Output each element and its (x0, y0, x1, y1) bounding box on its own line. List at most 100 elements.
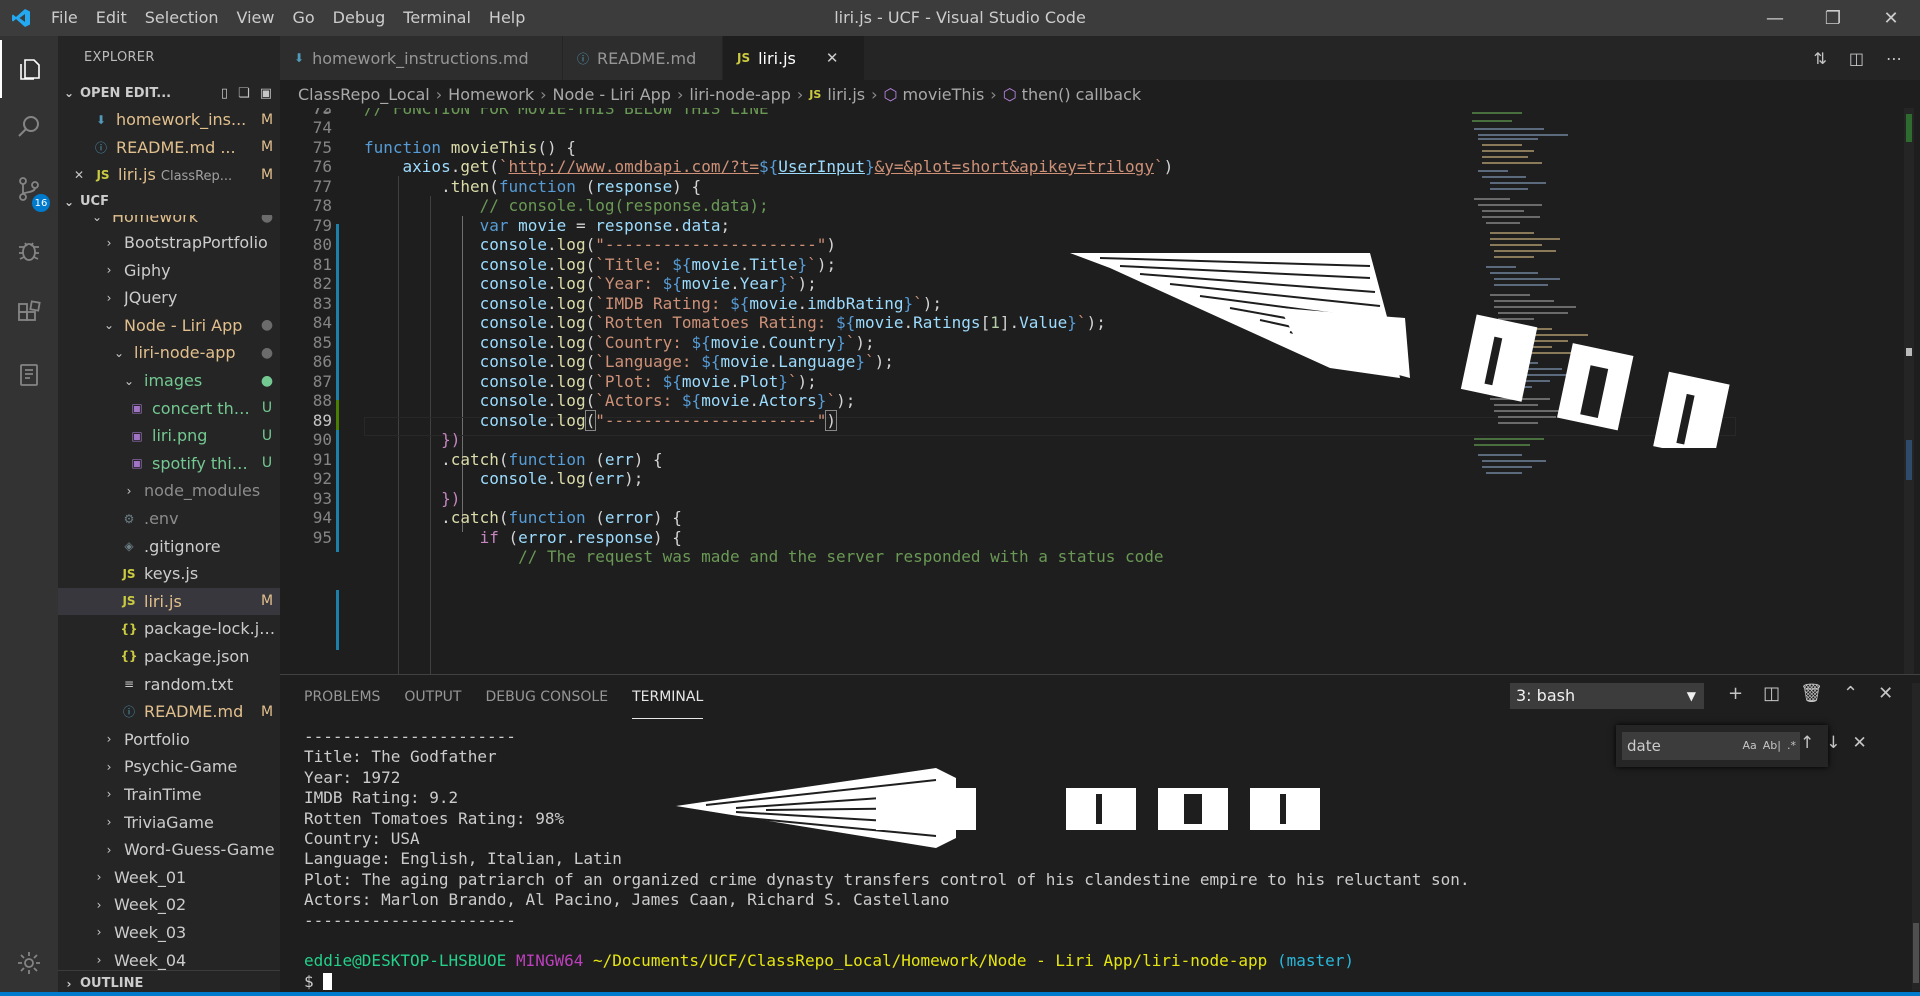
breadcrumb-item[interactable]: liri-node-app (689, 85, 791, 104)
tree-file[interactable]: {} package-lock.json (58, 615, 280, 643)
tree-folder[interactable]: › TrainTime (58, 781, 280, 809)
chevron-right-icon: › (96, 953, 102, 968)
tab-homework-instructions[interactable]: ⬇ homework_instructions.md (280, 36, 563, 80)
tree-folder[interactable]: › JQuery (58, 284, 280, 312)
debug-icon[interactable] (0, 222, 58, 280)
git-status: M (260, 593, 274, 610)
tab-debug-console[interactable]: DEBUG CONSOLE (485, 675, 608, 719)
chevron-right-icon: › (106, 815, 112, 830)
menu-selection[interactable]: Selection (136, 0, 228, 36)
tree-file[interactable]: ▣ liri.png U (58, 422, 280, 450)
tree-folder[interactable]: ⌄ liri-node-app ● (58, 339, 280, 367)
menu-view[interactable]: View (228, 0, 284, 36)
tree-folder[interactable]: › Giphy (58, 256, 280, 284)
tree-file[interactable]: ≡ random.txt (58, 670, 280, 698)
annotation-arrow-code (1070, 253, 1730, 448)
tree-folder[interactable]: › Word-Guess-Game (58, 836, 280, 864)
breadcrumb-item[interactable]: liri.js (827, 85, 865, 104)
code-line: console.log(`Year: ${movie.Year}`); (479, 274, 817, 293)
settings-gear-icon[interactable] (0, 934, 58, 992)
close-tab-icon[interactable]: ✕ (826, 49, 839, 67)
regex-icon[interactable]: .* (1787, 732, 1796, 760)
restore-icon[interactable]: ❐ (1804, 0, 1862, 36)
close-icon[interactable]: ✕ (70, 168, 88, 182)
close-all-icon[interactable]: ▣ (260, 86, 272, 101)
tab-readme[interactable]: ⓘ README.md (563, 36, 723, 80)
menu-help[interactable]: Help (480, 0, 534, 36)
explorer-icon[interactable] (0, 40, 58, 98)
image-file-icon: ▣ (131, 428, 143, 443)
tab-terminal[interactable]: TERMINAL (632, 675, 704, 719)
terminal-output[interactable]: ---------------------- Title: The Godfat… (304, 727, 1470, 992)
close-window-icon[interactable]: ✕ (1862, 0, 1920, 36)
js-file-icon: JS (96, 167, 110, 182)
open-editor-item[interactable]: ⬇ homework_ins... M (58, 106, 280, 134)
annotation-arrow-terminal (676, 768, 1320, 848)
new-untitled-icon[interactable]: ▯ (221, 86, 228, 101)
tree-folder[interactable]: › Week_01 (58, 863, 280, 891)
remote-explorer-icon[interactable] (0, 346, 58, 404)
split-editor-icon[interactable]: ◫ (1849, 49, 1864, 68)
menu-terminal[interactable]: Terminal (394, 0, 480, 36)
menu-go[interactable]: Go (283, 0, 323, 36)
breadcrumb-item[interactable]: movieThis (902, 85, 984, 104)
breadcrumb-item[interactable]: Node - Liri App (553, 85, 671, 104)
menu-file[interactable]: File (42, 0, 87, 36)
breadcrumb-item[interactable]: Homework (448, 85, 534, 104)
breadcrumb-item[interactable]: ClassRepo_Local (298, 85, 430, 104)
save-all-icon[interactable]: ❏ (238, 86, 250, 101)
menu-debug[interactable]: Debug (324, 0, 395, 36)
menu-edit[interactable]: Edit (87, 0, 136, 36)
tree-folder-homework[interactable]: ⌄ Homework ● (58, 215, 280, 229)
editor-scrollbar[interactable] (1900, 108, 1914, 674)
tree-folder[interactable]: › Week_02 (58, 891, 280, 919)
open-editors-section[interactable]: ⌄ OPEN EDIT... ▯ ❏ ▣ (58, 80, 280, 106)
tree-folder[interactable]: › BootstrapPortfolio (58, 229, 280, 257)
tree-folder[interactable]: ⌄ Node - Liri App ● (58, 312, 280, 340)
arrow-down-icon[interactable]: ↓ (1826, 733, 1840, 753)
terminal-scrollbar[interactable] (1908, 683, 1920, 991)
tree-file[interactable]: ◈ .gitignore (58, 532, 280, 560)
tree-file[interactable]: JS keys.js (58, 560, 280, 588)
extensions-icon[interactable] (0, 284, 58, 342)
tree-file[interactable]: {} package.json (58, 643, 280, 671)
search-icon[interactable] (0, 98, 58, 156)
breadcrumb: ClassRepo_Local › Homework › Node - Liri A… (280, 80, 1920, 108)
tab-problems[interactable]: PROBLEMS (304, 675, 380, 719)
tree-folder[interactable]: › Week_03 (58, 919, 280, 947)
split-terminal-icon[interactable]: ◫ (1763, 683, 1780, 704)
whole-word-icon[interactable]: Ab| (1763, 732, 1781, 760)
tree-folder[interactable]: › TriviaGame (58, 808, 280, 836)
terminal-input-line[interactable]: $ (304, 972, 1470, 992)
tree-folder[interactable]: ⌄ images ● (58, 367, 280, 395)
tree-file-selected[interactable]: JS liri.js M (58, 587, 280, 616)
new-terminal-icon[interactable]: + (1728, 683, 1743, 704)
tree-file[interactable]: ⓘ README.md M (58, 698, 280, 726)
close-find-icon[interactable]: ✕ (1853, 733, 1867, 753)
tree-file[interactable]: ⚙ .env (58, 505, 280, 533)
workspace-section[interactable]: ⌄ UCF (58, 189, 280, 215)
tree-folder[interactable]: › node_modules (58, 477, 280, 505)
terminal-select[interactable]: 3: bash ▼ (1510, 683, 1704, 709)
open-editor-item[interactable]: ⓘ README.md ... M (58, 134, 280, 162)
tree-folder[interactable]: › Psychic-Game (58, 753, 280, 781)
chevron-down-icon: ⌄ (113, 345, 125, 360)
match-case-icon[interactable]: Aa (1743, 732, 1757, 760)
source-control-icon[interactable]: 16 (0, 160, 58, 218)
trash-icon[interactable]: 🗑 (1800, 683, 1823, 704)
tree-folder[interactable]: › Portfolio (58, 725, 280, 753)
chevron-right-icon: › (106, 732, 112, 747)
find-input[interactable]: date Aa Ab| .* (1622, 732, 1800, 760)
arrow-up-icon[interactable]: ↑ (1800, 733, 1814, 753)
tree-file[interactable]: ▣ spotify this ... U (58, 450, 280, 478)
tree-file[interactable]: ▣ concert this... U (58, 394, 280, 422)
tab-liri-js[interactable]: JS liri.js ✕ (723, 36, 865, 80)
maximize-panel-icon[interactable]: ⌃ (1843, 683, 1858, 704)
tab-output[interactable]: OUTPUT (404, 675, 461, 719)
close-panel-icon[interactable]: ✕ (1878, 683, 1893, 704)
more-actions-icon[interactable]: ⋯ (1886, 49, 1902, 68)
open-editor-item[interactable]: ✕ JS liri.js ClassRep... M (58, 161, 280, 189)
open-changes-icon[interactable]: ⇅ (1813, 49, 1826, 68)
breadcrumb-item[interactable]: then() callback (1022, 85, 1141, 104)
minimize-icon[interactable]: — (1746, 0, 1804, 36)
